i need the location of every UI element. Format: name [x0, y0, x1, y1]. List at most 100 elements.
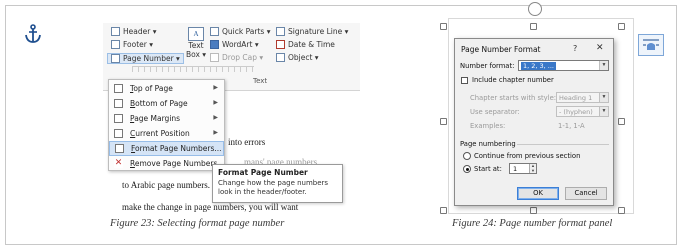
header-button[interactable]: Header ▾ — [111, 27, 156, 36]
menu-item-label: Top of Page — [130, 84, 173, 93]
cancel-button[interactable]: Cancel — [565, 187, 607, 200]
chapter-starts-label: Chapter starts with style: — [470, 94, 557, 102]
menu-item-format-page-numbers[interactable]: Format Page Numbers... — [109, 141, 224, 156]
footer-button[interactable]: Footer ▾ — [111, 40, 153, 49]
ok-button[interactable]: OK — [517, 187, 559, 200]
doc-line-3: to Arabic page numbers. — [122, 180, 210, 190]
close-icon[interactable]: ✕ — [596, 43, 604, 53]
page-number-icon — [111, 54, 120, 63]
tooltip-title: Format Page Number — [218, 168, 308, 177]
footer-label: Footer ▾ — [123, 40, 154, 49]
doc-line-1: into errors — [228, 137, 266, 147]
layout-options-icon — [643, 39, 659, 50]
footer-icon — [111, 40, 120, 49]
menu-item-bottom-of-page[interactable]: Bottom of Page ▶ — [109, 96, 224, 111]
page-number-format-dialog: Page Number Format ? ✕ Number format: 1,… — [454, 38, 614, 206]
menu-item-current-position[interactable]: Current Position ▶ — [109, 126, 224, 141]
menu-item-label: Bottom of Page — [130, 99, 188, 108]
include-chapter-label: Include chapter number — [472, 76, 554, 84]
separator-value: - (hyphen) — [559, 108, 593, 116]
chevron-down-icon: ▼ — [599, 93, 608, 102]
page-numbering-label: Page numbering — [460, 140, 516, 148]
resize-handle[interactable] — [440, 207, 447, 214]
caption-figure-24: Figure 24: Page number format panel — [452, 218, 613, 229]
format-page-number-tooltip: Format Page Number Change how the page n… — [212, 164, 343, 203]
object-button[interactable]: Object ▾ — [276, 53, 319, 62]
tooltip-body-1: Change how the page numbers — [218, 179, 329, 187]
spinner-arrows-icon[interactable]: ▲ ▼ — [529, 163, 536, 173]
page-number-menu: Top of Page ▶ Bottom of Page ▶ Page Marg… — [108, 79, 225, 171]
resize-handle[interactable] — [440, 23, 447, 30]
submenu-arrow-icon: ▶ — [213, 84, 218, 91]
chapter-style-value: Heading 1 — [559, 94, 593, 102]
separator-select[interactable]: - (hyphen) ▼ — [556, 106, 609, 117]
bottom-of-page-icon — [114, 99, 123, 108]
number-format-select[interactable]: 1, 2, 3, ... ▼ — [518, 60, 609, 71]
start-at-spinner[interactable]: 1 ▲ ▼ — [509, 163, 537, 174]
use-separator-label: Use separator: — [470, 108, 520, 116]
menu-item-label: Current Position — [130, 129, 190, 138]
header-icon — [111, 27, 120, 36]
signature-line-label: Signature Line ▾ — [288, 27, 349, 36]
date-time-icon — [276, 40, 285, 49]
text-box-button[interactable]: A Text Box ▾ — [185, 27, 207, 61]
current-position-icon — [114, 129, 123, 138]
resize-handle[interactable] — [530, 23, 537, 30]
menu-item-top-of-page[interactable]: Top of Page ▶ — [109, 81, 224, 96]
menu-item-page-margins[interactable]: Page Margins ▶ — [109, 111, 224, 126]
wordart-button[interactable]: WordArt ▾ — [210, 40, 259, 49]
quick-parts-button[interactable]: Quick Parts ▾ — [210, 27, 270, 36]
drop-cap-button[interactable]: Drop Cap ▾ — [210, 53, 263, 62]
resize-handle[interactable] — [530, 207, 537, 214]
doc-line-4: make the change in page numbers, you wil… — [122, 202, 299, 212]
resize-handle[interactable] — [618, 118, 625, 125]
examples-label: Examples: — [470, 122, 506, 130]
divider — [517, 144, 609, 145]
examples-value: 1-1, 1-A — [558, 122, 585, 130]
submenu-arrow-icon: ▶ — [213, 114, 218, 121]
text-box-label-2: Box ▾ — [185, 50, 207, 59]
ruler — [132, 66, 254, 72]
quick-parts-label: Quick Parts ▾ — [222, 27, 271, 36]
format-page-numbers-icon — [115, 144, 124, 153]
resize-handle[interactable] — [440, 118, 447, 125]
number-format-label: Number format: — [460, 62, 515, 70]
header-label: Header ▾ — [123, 27, 157, 36]
caption-figure-23: Figure 23: Selecting format page number — [110, 218, 285, 229]
rotation-handle[interactable] — [528, 2, 542, 16]
chevron-down-icon: ▼ — [599, 107, 608, 116]
menu-item-label: Remove Page Numbers — [130, 159, 218, 168]
resize-handle[interactable] — [618, 23, 625, 30]
chapter-style-select[interactable]: Heading 1 ▼ — [556, 92, 609, 103]
continue-label: Continue from previous section — [474, 152, 581, 160]
drop-cap-icon — [210, 53, 219, 62]
top-of-page-icon — [114, 84, 123, 93]
menu-item-remove-page-numbers[interactable]: ✕ Remove Page Numbers — [109, 156, 224, 171]
include-chapter-checkbox[interactable] — [461, 77, 468, 84]
date-time-button[interactable]: Date & Time — [276, 40, 335, 49]
layout-options-button[interactable] — [638, 34, 664, 56]
resize-handle[interactable] — [618, 207, 625, 214]
dialog-title: Page Number Format — [461, 45, 541, 54]
anchor-icon — [25, 24, 41, 43]
submenu-arrow-icon: ▶ — [213, 129, 218, 136]
signature-line-button[interactable]: Signature Line ▾ — [276, 27, 348, 36]
help-icon[interactable]: ? — [573, 44, 577, 53]
drop-cap-label: Drop Cap ▾ — [222, 53, 264, 62]
tooltip-body-2: look in the header/footer. — [218, 188, 307, 196]
start-at-value: 1 — [513, 165, 518, 173]
menu-item-label: Format Page Numbers... — [131, 144, 222, 153]
page-number-button[interactable]: Page Number ▾ — [107, 53, 184, 64]
quick-parts-icon — [210, 27, 219, 36]
object-icon — [276, 53, 285, 62]
start-at-radio[interactable] — [463, 165, 471, 173]
continue-radio[interactable] — [463, 152, 471, 160]
text-group-label: Text — [253, 77, 268, 85]
menu-item-label: Page Margins — [130, 114, 181, 123]
text-box-icon: A — [188, 27, 204, 41]
wordart-label: WordArt ▾ — [222, 40, 259, 49]
number-format-value: 1, 2, 3, ... — [521, 62, 557, 70]
start-at-label: Start at: — [474, 165, 502, 173]
text-box-label: Text — [188, 41, 204, 50]
page-margins-icon — [114, 114, 123, 123]
